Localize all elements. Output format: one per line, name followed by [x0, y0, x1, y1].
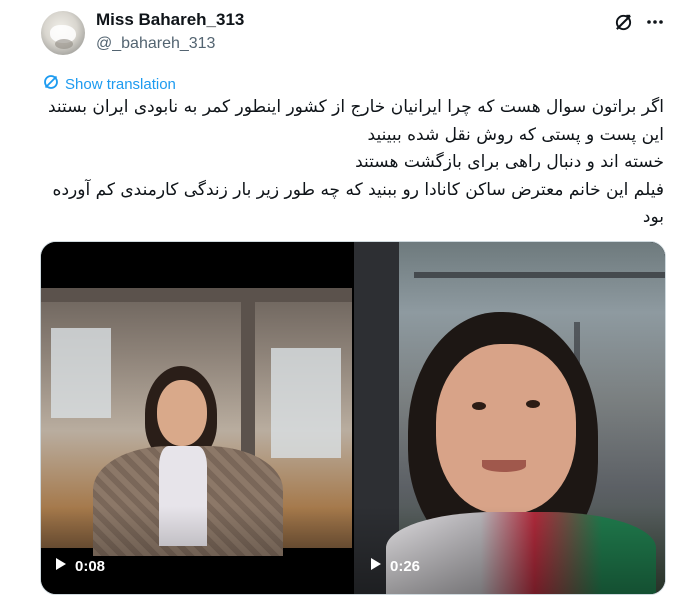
tweet-text: اگر براتون سوال هست که چرا ایرانیان خارج… — [40, 94, 664, 232]
tweet-line: فیلم این خانم معترض ساکن کانادا رو ببنید… — [52, 179, 664, 200]
video-overlay — [354, 242, 665, 594]
tweet-line: خسته اند و دنبال راهی برای بازگشت هستند — [355, 152, 664, 172]
tweet-card: Miss Bahareh_313 @_bahareh_313 Show tran… — [0, 0, 694, 599]
video-player-1[interactable]: 0:08 — [41, 242, 352, 594]
play-icon — [55, 557, 67, 575]
play-button[interactable]: 0:26 — [370, 557, 420, 575]
play-button[interactable]: 0:08 — [55, 557, 105, 575]
translate-icon — [43, 74, 59, 94]
video-player-2[interactable]: 0:26 — [354, 242, 665, 594]
video-overlay — [41, 242, 352, 594]
tweet-line: اگر براتون سوال هست که چرا ایرانیان خارج… — [47, 97, 664, 117]
author-handle[interactable]: @_bahareh_313 — [96, 35, 215, 53]
show-translation-link[interactable]: Show translation — [43, 74, 176, 94]
grok-icon[interactable] — [613, 12, 633, 32]
media-grid: 0:08 0:26 — [40, 241, 666, 595]
play-icon — [370, 557, 382, 575]
avatar[interactable] — [41, 11, 85, 55]
tweet-line: این پست و پستی که روش نقل شده ببینید — [367, 124, 664, 145]
show-translation-label: Show translation — [65, 75, 176, 93]
author-display-name[interactable]: Miss Bahareh_313 — [96, 10, 244, 30]
tweet-line: بود — [642, 207, 664, 227]
avatar-image-shadow — [55, 39, 73, 49]
more-horizontal-icon[interactable] — [645, 12, 665, 32]
video-duration: 0:08 — [75, 557, 106, 575]
video-duration: 0:26 — [390, 557, 421, 575]
